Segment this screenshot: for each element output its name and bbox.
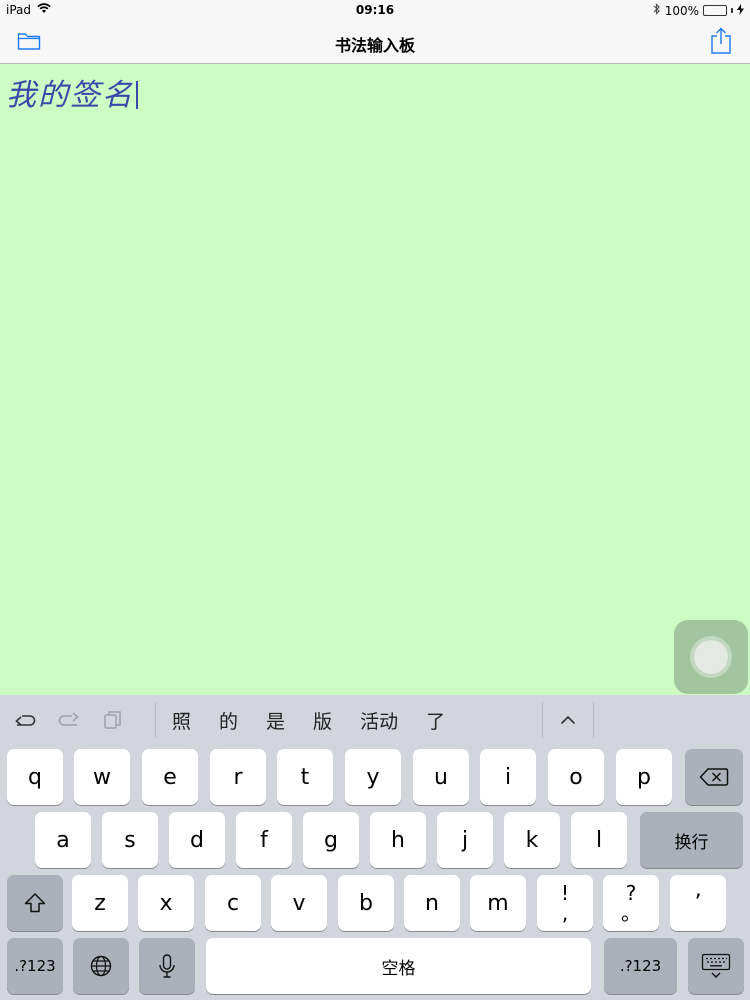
ink-text-line: 我的签名 — [6, 70, 138, 114]
key-b[interactable]: b — [338, 875, 394, 931]
handwriting-canvas[interactable]: 我的签名 — [0, 64, 750, 695]
microphone-icon — [159, 954, 175, 978]
key-m[interactable]: m — [470, 875, 526, 931]
candidate-bar: 照 的 是 版 活动 了 己 — [0, 695, 750, 745]
key-n[interactable]: n — [404, 875, 460, 931]
chevron-up-icon — [560, 715, 576, 725]
redo-icon — [58, 712, 79, 726]
key-g[interactable]: g — [303, 812, 359, 868]
status-right: 100% — [653, 3, 744, 18]
navigation-bar: 书法输入板 — [0, 20, 750, 64]
key-u[interactable]: u — [413, 749, 469, 805]
page-title: 书法输入板 — [334, 36, 415, 55]
key-f[interactable]: f — [236, 812, 292, 868]
key-w[interactable]: w — [74, 749, 130, 805]
keyboard-dismiss-icon — [701, 953, 731, 978]
key-t[interactable]: t — [277, 749, 333, 805]
candidate-item-partial[interactable]: 己 — [459, 707, 471, 734]
shift-icon — [24, 893, 46, 913]
key-comma-bottom: , — [561, 901, 569, 925]
status-bar: iPad 09:16 100% — [0, 0, 750, 20]
key-p[interactable]: p — [616, 749, 672, 805]
numbers-key-left[interactable]: .?123 — [7, 938, 63, 994]
paste-button[interactable] — [100, 707, 126, 733]
key-s[interactable]: s — [102, 812, 158, 868]
backspace-icon — [699, 768, 729, 786]
handwritten-signature-text: 我的签名 — [6, 78, 134, 113]
delete-key[interactable] — [685, 749, 743, 805]
key-c[interactable]: c — [205, 875, 261, 931]
candidate-item[interactable]: 是 — [252, 707, 299, 734]
key-d[interactable]: d — [169, 812, 225, 868]
key-o[interactable]: o — [548, 749, 604, 805]
key-e[interactable]: e — [142, 749, 198, 805]
key-k[interactable]: k — [504, 812, 560, 868]
key-q[interactable]: q — [7, 749, 63, 805]
return-key[interactable]: 换行 — [640, 812, 743, 868]
candidate-item[interactable]: 版 — [299, 707, 346, 734]
key-apostrophe[interactable]: ’ — [670, 875, 726, 931]
assistive-touch-dot — [694, 640, 728, 674]
redo-button[interactable] — [56, 707, 82, 733]
key-r[interactable]: r — [210, 749, 266, 805]
shortcut-tools — [0, 702, 156, 738]
key-z[interactable]: z — [72, 875, 128, 931]
battery-percent: 100% — [664, 3, 699, 18]
key-j[interactable]: j — [437, 812, 493, 868]
key-y[interactable]: y — [345, 749, 401, 805]
key-question-top: ? — [625, 881, 637, 905]
globe-key[interactable] — [73, 938, 129, 994]
expand-candidates-button[interactable] — [542, 702, 594, 738]
key-v[interactable]: v — [271, 875, 327, 931]
keyboard: 照 的 是 版 活动 了 己 q w e r t y u i o p a s d… — [0, 695, 750, 1000]
key-period-bottom: 。 — [621, 901, 641, 925]
dismiss-keyboard-key[interactable] — [688, 938, 744, 994]
charging-icon — [737, 3, 744, 18]
dictation-key[interactable] — [139, 938, 195, 994]
candidate-item[interactable]: 照 — [156, 707, 205, 734]
key-a[interactable]: a — [35, 812, 91, 868]
status-time: 09:16 — [355, 3, 395, 17]
key-exclaim-comma[interactable]: !, — [537, 875, 593, 931]
clipboard-icon — [104, 711, 121, 729]
undo-icon — [15, 715, 36, 726]
text-caret — [136, 81, 138, 109]
share-button[interactable] — [706, 27, 736, 59]
key-i[interactable]: i — [480, 749, 536, 805]
space-key[interactable]: 空格 — [206, 938, 591, 994]
candidate-item[interactable]: 了 — [412, 707, 459, 734]
battery-tip — [731, 8, 733, 13]
bluetooth-icon — [653, 3, 661, 18]
key-question-period[interactable]: ?。 — [603, 875, 659, 931]
key-exclaim-top: ! — [560, 881, 570, 905]
key-h[interactable]: h — [370, 812, 426, 868]
key-x[interactable]: x — [138, 875, 194, 931]
share-icon — [710, 27, 732, 59]
numbers-key-right[interactable]: .?123 — [604, 938, 677, 994]
globe-icon — [90, 955, 112, 977]
candidate-item[interactable]: 活动 — [346, 707, 412, 734]
candidate-list: 照 的 是 版 活动 了 己 — [156, 702, 542, 738]
key-l[interactable]: l — [571, 812, 627, 868]
battery-icon — [703, 5, 727, 16]
assistive-touch-button[interactable] — [674, 620, 748, 694]
undo-button[interactable] — [12, 707, 38, 733]
candidate-item[interactable]: 的 — [205, 707, 252, 734]
shift-key[interactable] — [7, 875, 63, 931]
